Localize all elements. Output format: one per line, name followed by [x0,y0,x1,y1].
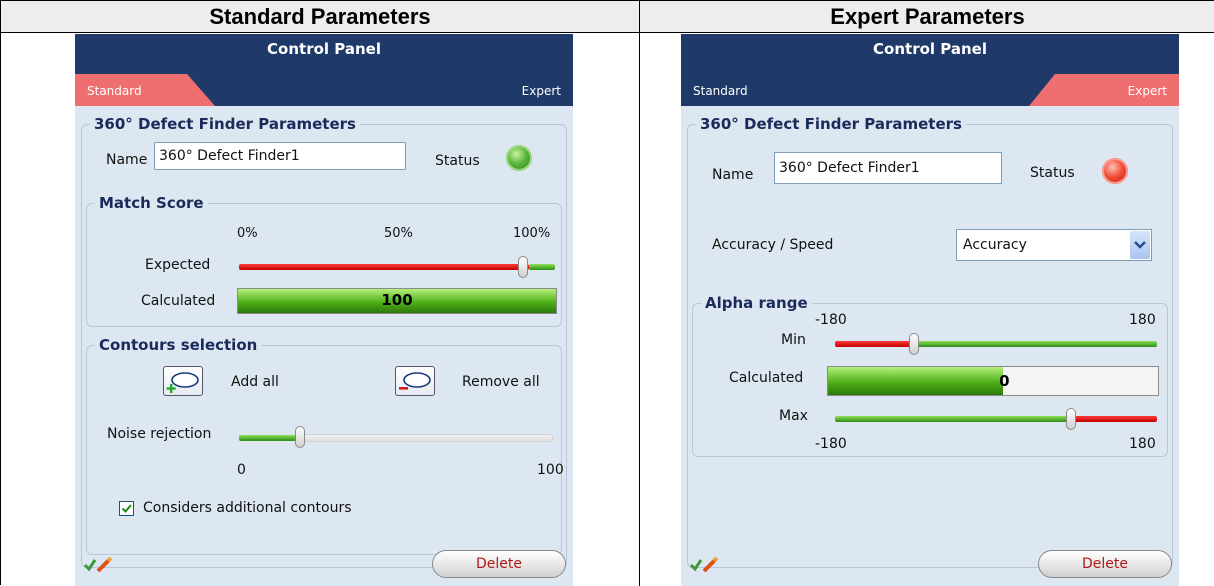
alpha-range-group: Alpha range -180 180 Min Calculated 0 Ma… [692,294,1168,457]
alpha-min-label: Min [781,332,806,348]
check-and-pencil-icon[interactable] [689,556,729,574]
remove-contour-icon [399,372,431,390]
defect-finder-group: 360° Defect Finder Parameters Name 360° … [81,115,567,568]
add-all-label[interactable]: Add all [231,374,279,390]
chevron-down-icon[interactable] [1130,231,1150,259]
add-contour-icon [166,372,199,393]
alpha-top-max: 180 [1129,312,1156,328]
tab-standard[interactable]: Standard [681,74,821,106]
match-score-title: Match Score [95,194,208,212]
check-icon [121,504,132,513]
name-label: Name [712,167,754,183]
min-slider-thumb[interactable] [909,333,919,355]
standard-column: Standard Parameters Control Panel Standa… [1,1,640,586]
expected-track-high [529,264,555,270]
defect-finder-group-title: 360° Defect Finder Parameters [696,115,966,133]
match-tick-100: 100% [513,226,551,241]
expert-column-heading: Expert Parameters [640,1,1214,33]
delete-button[interactable]: Delete [1038,550,1172,578]
min-track-low [835,341,915,347]
name-field[interactable]: 360° Defect Finder1 [154,142,406,170]
name-field[interactable]: 360° Defect Finder1 [774,152,1002,184]
match-score-group: Match Score 0% 50% 100% Expected Calcula… [86,194,562,327]
alpha-calculated-bar: 0 [827,366,1159,396]
contours-group: Contours selection Add all Remove all No… [86,336,564,555]
status-indicator-red [1102,158,1128,184]
max-slider-thumb[interactable] [1066,408,1076,430]
calculated-value: 100 [381,291,413,309]
check-and-pencil-icon[interactable] [83,556,123,574]
noise-min-label: 0 [237,462,246,478]
defect-finder-group: 360° Defect Finder Parameters Name 360° … [687,115,1173,568]
additional-contours-label[interactable]: Considers additional contours [143,500,352,516]
noise-rejection-label: Noise rejection [107,426,212,442]
control-panel-expert: Control Panel Standard Expert 360° Defec… [681,34,1179,586]
status-indicator-green [506,145,532,171]
noise-max-label: 100 [537,462,564,478]
alpha-calculated-label: Calculated [729,370,804,386]
accuracy-speed-select[interactable]: Accuracy [956,229,1152,261]
contours-title: Contours selection [95,336,262,354]
delete-button[interactable]: Delete [432,550,566,578]
accuracy-speed-label: Accuracy / Speed [712,237,834,253]
alpha-bottom-max: 180 [1129,436,1156,452]
tab-expert[interactable]: Expert [423,74,573,106]
defect-finder-group-title: 360° Defect Finder Parameters [90,115,360,133]
alpha-top-min: -180 [815,312,847,328]
expected-track-low [239,264,529,270]
panel-header: Control Panel Standard Expert [75,34,573,106]
alpha-calculated-value: 0 [999,372,1010,390]
remove-all-label[interactable]: Remove all [462,374,540,390]
min-track-high [915,341,1157,347]
calculated-label: Calculated [141,293,216,309]
status-label: Status [1030,165,1075,181]
accuracy-speed-value: Accuracy [963,237,1027,253]
match-tick-50: 50% [384,226,413,241]
noise-slider-thumb[interactable] [295,426,305,448]
panel-title: Control Panel [873,40,987,58]
add-all-button[interactable] [163,366,203,396]
max-track-low [835,416,1071,422]
max-track-high [1071,416,1157,422]
expected-slider-thumb[interactable] [518,256,528,278]
tab-expert[interactable]: Expert [1029,74,1179,106]
alpha-max-label: Max [779,408,808,424]
panel-title: Control Panel [267,40,381,58]
match-tick-0: 0% [237,226,258,241]
additional-contours-checkbox[interactable] [119,501,134,516]
expected-label: Expected [145,257,211,273]
panel-header: Control Panel Standard Expert [681,34,1179,106]
alpha-bottom-min: -180 [815,436,847,452]
noise-track-rest [301,434,553,442]
remove-all-button[interactable] [395,366,435,396]
alpha-range-title: Alpha range [701,294,812,312]
status-label: Status [435,153,480,169]
noise-track-fill [239,435,301,441]
calculated-bar: 100 [237,288,557,314]
name-label: Name [106,152,148,168]
standard-column-heading: Standard Parameters [1,1,639,33]
document-table: Standard Parameters Control Panel Standa… [0,0,1214,586]
control-panel-standard: Control Panel Standard Expert 360° Defec… [75,34,573,586]
tab-standard[interactable]: Standard [75,74,215,106]
